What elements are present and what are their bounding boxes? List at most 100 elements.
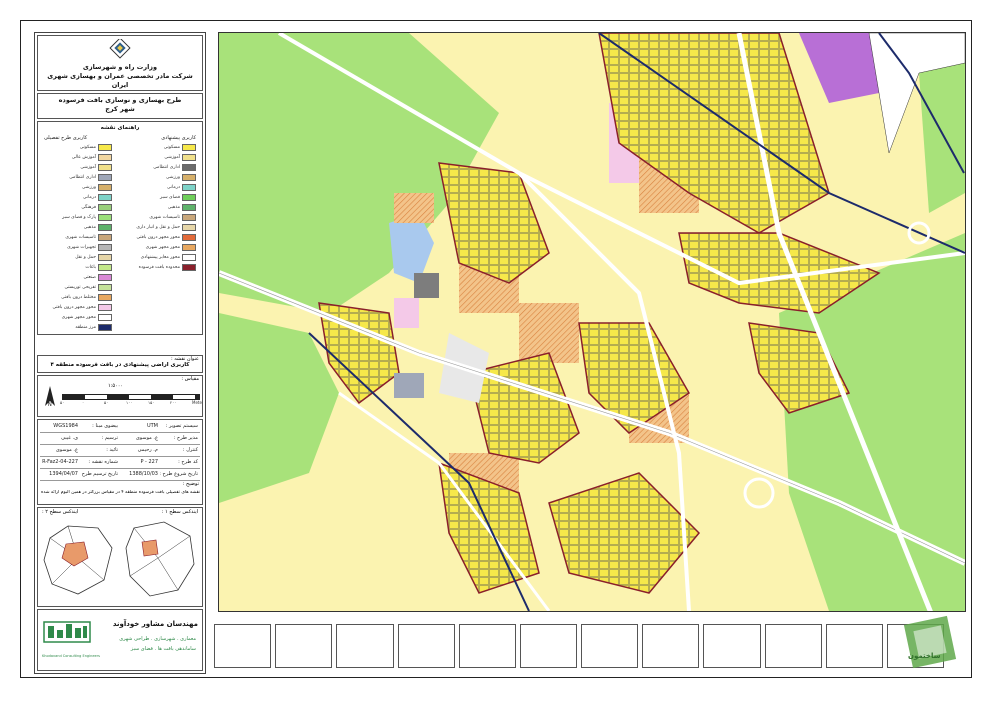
scale-tick-label: Meters (192, 400, 202, 405)
sheet-value: 227-R-Faz2-04 (42, 459, 78, 465)
legend-swatch (182, 254, 196, 261)
projection-label: سیستم تصویر : (165, 423, 198, 429)
approver-value: ع. موسوی (55, 447, 78, 453)
legend-label: اداری انتظامی (153, 165, 180, 170)
legend-label: مسکونی (79, 145, 96, 150)
revision-cell (458, 624, 516, 668)
legend-label: محور مجهز درون بافتی (136, 235, 180, 240)
legend-item: پارک و فضای سبز (62, 214, 112, 221)
legend-swatch (98, 294, 112, 301)
legend-item: مرز منطقه (75, 324, 112, 331)
code-label: کد طرح : (178, 459, 198, 465)
revision-cell (397, 624, 455, 668)
legend-label: آموزشی (164, 155, 180, 160)
legend-label: آموزش عالی (71, 155, 96, 160)
legend-item: محدوده بافت فرسوده (139, 264, 196, 271)
info-box: سیستم تصویر : UTM بیضوی مبنا : WGS1984 م… (37, 419, 203, 505)
company-name: شرکت مادر تخصصی عمران و بهسازی شهری ایرا… (47, 72, 193, 89)
legend-item: فرهنگی (81, 204, 112, 211)
start-label: تاریخ شروع طرح : (160, 471, 198, 477)
legend-label: تاسیسات شهری (149, 215, 180, 220)
legend-item: مختلط درون بافتی (61, 294, 112, 301)
legend-label: پارک و فضای سبز (62, 215, 96, 220)
legend-swatch (182, 164, 196, 171)
legend-item: حمل و نقل (75, 254, 112, 261)
legend-swatch (98, 264, 112, 271)
legend-label: مسکونی (163, 145, 180, 150)
drafter-label: ترسیم : (101, 435, 118, 441)
legend-item: محور مجهز شهری (62, 314, 112, 321)
legend-label: صنعتی (83, 275, 96, 280)
project-title: طرح بهسازی و نوسازی بافت فرسوده (58, 96, 182, 104)
legend-label: تفریحی توریستی (64, 285, 96, 290)
legend-swatch (98, 324, 112, 331)
sheet-label: شماره نقشه : (88, 459, 118, 465)
legend-label: محدوده بافت فرسوده (138, 265, 180, 270)
legend-swatch (182, 234, 196, 241)
legend-label: مذهبی (83, 225, 96, 230)
legend-box: راهنمای نقشه کاربری پیشنهادی کاربری طرح … (37, 121, 203, 335)
legend-item: محور مجهز شهری (146, 244, 196, 251)
legend-swatch (182, 154, 196, 161)
legend-swatch (182, 244, 196, 251)
legend-item: مذهبی (168, 204, 196, 211)
revision-cells (214, 624, 945, 668)
revision-cell (642, 624, 700, 668)
north-label: N (48, 402, 52, 408)
consultant-logo-icon (43, 621, 91, 643)
legend-swatch (182, 144, 196, 151)
supervisor-value: م. رحیمی (137, 447, 158, 453)
land-use-map[interactable] (218, 32, 966, 612)
title-block-panel: وزارت راه و شهرسازی شرکت مادر تخصصی عمرا… (34, 32, 206, 674)
revision-cell (336, 624, 394, 668)
legend-item: محور معابر پیشنهادی (141, 254, 196, 261)
legend-swatch (98, 254, 112, 261)
legend-label: درمانی (83, 195, 96, 200)
consultant-box: Khodavand Consulting Engineers مهندسان م… (37, 609, 203, 671)
index-maps-box: ایندکس سطح ۲ : ایندکس سطح ۱ : (37, 507, 203, 607)
legend-label: تجهیزات شهری (67, 245, 96, 250)
legend-label: فرهنگی (81, 205, 96, 210)
legend-item: آموزشی (164, 154, 196, 161)
legend-item: محور مجهز درون بافتی (52, 304, 112, 311)
admin-zone (394, 373, 424, 398)
scale-tick-label: ۵۰ (60, 400, 65, 405)
consultant-name: مهندسان مشاور خودآوند (112, 620, 198, 628)
index-left-title: ایندکس سطح ۲ : (42, 509, 79, 515)
legend-swatch (98, 244, 112, 251)
ministry-name: وزارت راه و شهرسازی (82, 63, 158, 71)
draw-date-value: 1394/04/07 (49, 471, 78, 477)
index-maps-graphic (43, 521, 195, 597)
legend-item: اداری انتظامی (69, 174, 112, 181)
city-name: شهر کرج (105, 105, 135, 113)
legend-label: محور مجهز شهری (145, 245, 180, 250)
revision-cell (275, 624, 333, 668)
watermark-icon (903, 615, 957, 669)
revision-cell (581, 624, 639, 668)
legend-swatch (98, 214, 112, 221)
watermark-text: ساختمون (908, 652, 941, 660)
drafter-value: ی. غیبی (61, 435, 78, 441)
project-box: طرح بهسازی و نوسازی بافت فرسوده شهر کرج (37, 93, 203, 119)
legend-label: محور مجهز درون بافتی (52, 305, 96, 310)
revision-cell (703, 624, 761, 668)
legend-item: درمانی (83, 194, 112, 201)
scale-label: مقیاس : (181, 376, 199, 382)
director-label: مدیر طرح : (173, 435, 198, 441)
legend-item: مسکونی (80, 144, 112, 151)
legend-swatch (98, 184, 112, 191)
datum-label: بیضوی مبنا : (92, 423, 118, 429)
legend-item: مسکونی (164, 144, 196, 151)
map-title-value: کاربری اراضی پیشنهادی در بافت فرسوده منط… (50, 362, 190, 368)
scale-tick-label: ۱۵۰ (148, 400, 155, 405)
revision-cell (764, 624, 822, 668)
scale-tick-label: ۱۰۰ (126, 400, 133, 405)
land-use-map-canvas[interactable] (219, 33, 965, 611)
legend-swatch (98, 224, 112, 231)
legend-label: محور معابر پیشنهادی (140, 255, 180, 260)
legend-left-heading: کاربری طرح تفصیلی (44, 135, 88, 141)
legend-label: حمل و نقل (75, 255, 96, 260)
legend-swatch (182, 214, 196, 221)
note-label: توضیح : (182, 481, 199, 487)
scale-tick-label: ۰ (82, 400, 85, 405)
